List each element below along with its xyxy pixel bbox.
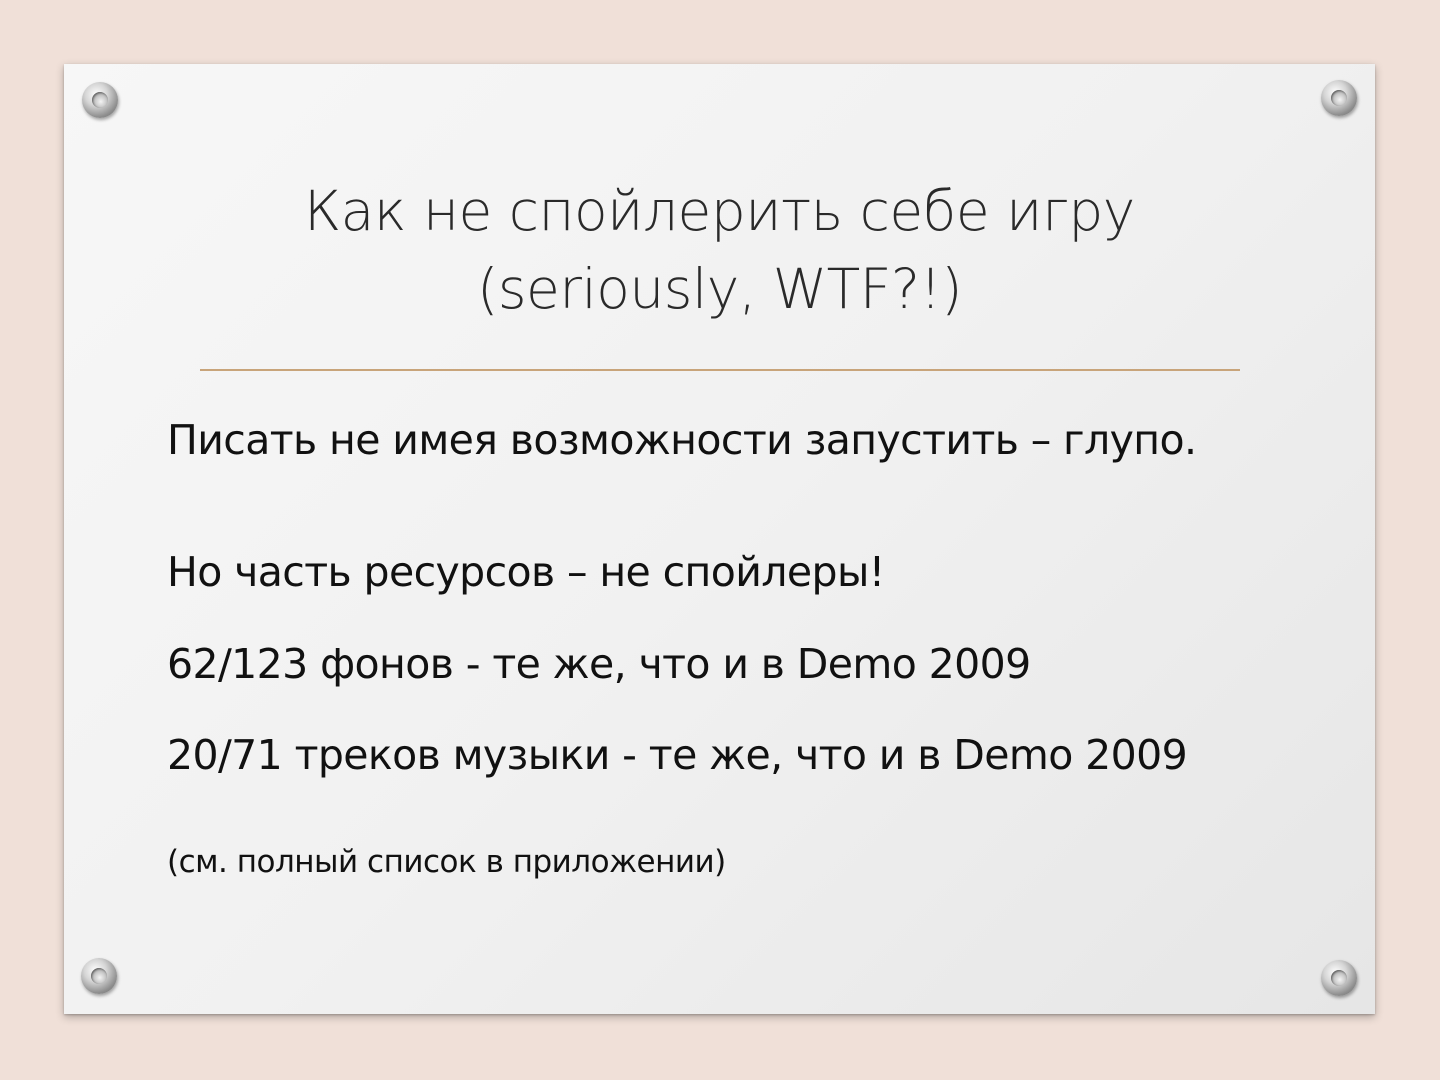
- screw-icon: [81, 958, 117, 994]
- body-note: (см. полный список в приложении): [167, 844, 726, 880]
- slide-title-line-1: Как не спойлерить себе игру: [304, 179, 1135, 243]
- slide-title-line-2: (seriously, WTF?!): [476, 257, 963, 321]
- screw-icon: [1321, 960, 1357, 996]
- body-line-4: 20/71 треков музыки - те же, что и в Dem…: [167, 731, 1188, 779]
- slide-title: Как не спойлерить себе игру (seriously, …: [64, 172, 1375, 328]
- body-line-3: 62/123 фонов - те же, что и в Demo 2009: [167, 640, 1031, 688]
- slide-plate: Как не спойлерить себе игру (seriously, …: [64, 64, 1375, 1014]
- screw-icon: [82, 82, 118, 118]
- body-line-1: Писать не имея возможности запустить – г…: [167, 416, 1197, 464]
- title-divider: [200, 369, 1240, 371]
- screw-icon: [1321, 80, 1357, 116]
- body-line-2: Но часть ресурсов – не спойлеры!: [167, 548, 885, 596]
